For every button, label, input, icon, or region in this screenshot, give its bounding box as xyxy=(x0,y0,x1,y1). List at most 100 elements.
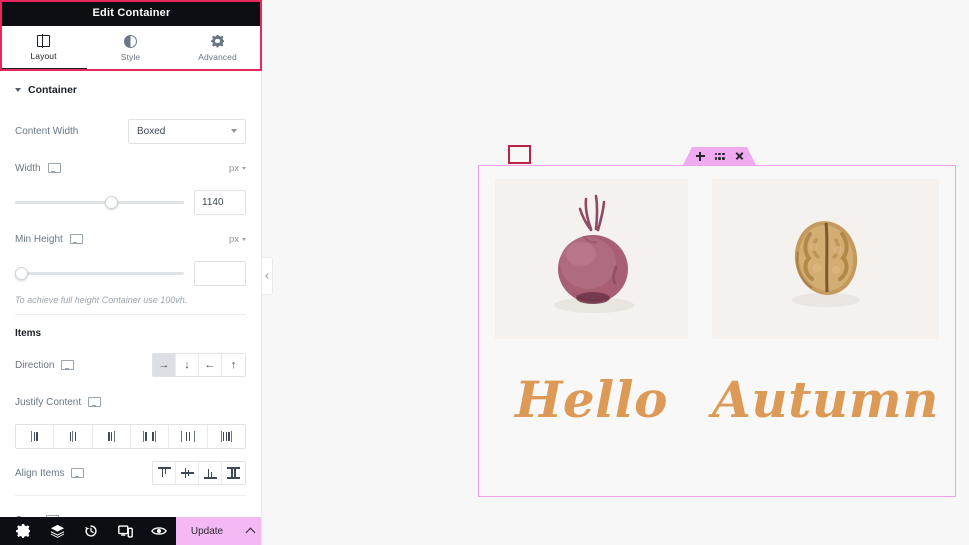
container-element[interactable]: Hello Autumn xyxy=(478,165,956,497)
justify-center-button[interactable] xyxy=(54,425,93,448)
panel-footer: Update xyxy=(0,517,261,545)
min-height-hint: To achieve full height Container use 100… xyxy=(15,295,188,305)
chevron-up-icon xyxy=(245,527,255,538)
direction-button-group: → ↓ ← ↑ xyxy=(152,353,246,377)
direction-label: Direction xyxy=(15,359,55,371)
panel-title: Edit Container xyxy=(92,7,171,19)
justify-space-around-button[interactable] xyxy=(169,425,208,448)
column-2[interactable]: Autumn xyxy=(712,179,939,496)
desktop-icon[interactable] xyxy=(61,360,75,370)
selected-container-wrap: Hello Autumn xyxy=(478,145,956,497)
direction-row-reverse-glyph: ← xyxy=(204,358,216,371)
min-height-input[interactable] xyxy=(194,261,246,286)
align-center-icon xyxy=(180,467,194,479)
min-height-slider-knob[interactable] xyxy=(15,267,28,280)
panel-tabs: Layout Style Advanced xyxy=(0,26,261,71)
update-options-chevron[interactable] xyxy=(238,526,261,538)
justify-space-between-button[interactable] xyxy=(130,425,170,448)
min-height-unit-selector[interactable]: px xyxy=(229,234,246,245)
width-unit-label: px xyxy=(228,162,239,174)
width-label: Width xyxy=(15,162,41,174)
drag-handle-dots-icon xyxy=(715,153,725,160)
walnut-photo[interactable] xyxy=(712,179,939,339)
editor-canvas: Hello Autumn xyxy=(262,0,969,545)
drag-handle-highlight xyxy=(508,145,531,164)
preview-eye-icon[interactable] xyxy=(142,517,176,545)
align-start-button[interactable] xyxy=(153,462,176,484)
section-container-header[interactable]: Container xyxy=(0,71,261,107)
content-width-label: Content Width xyxy=(15,125,79,137)
history-icon[interactable] xyxy=(74,517,108,545)
close-x-icon xyxy=(735,152,744,161)
align-end-button[interactable] xyxy=(199,462,222,484)
chevron-down-icon xyxy=(242,237,246,241)
align-center-button[interactable] xyxy=(176,462,199,484)
gear-icon xyxy=(211,35,224,48)
delete-element-button[interactable] xyxy=(735,152,744,161)
responsive-mode-icon[interactable] xyxy=(108,517,142,545)
justify-center-icon xyxy=(69,431,77,442)
column-1[interactable]: Hello xyxy=(495,179,689,496)
direction-column-button[interactable]: ↓ xyxy=(176,354,199,376)
tab-layout-label: Layout xyxy=(30,51,57,61)
width-slider-track xyxy=(15,201,184,204)
min-height-label: Min Height xyxy=(15,233,63,245)
width-unit-selector[interactable]: px xyxy=(229,163,246,174)
widgets-grid-icon[interactable] xyxy=(240,7,252,19)
justify-space-between-icon xyxy=(143,431,157,442)
tab-advanced[interactable]: Advanced xyxy=(174,26,261,70)
control-content-width: Content Width Boxed xyxy=(0,118,261,144)
tab-style[interactable]: Style xyxy=(87,26,174,70)
width-slider-knob[interactable] xyxy=(104,196,118,209)
desktop-icon[interactable] xyxy=(71,468,85,478)
update-button-label: Update xyxy=(190,525,224,537)
chevron-left-icon xyxy=(264,273,271,279)
tab-layout[interactable]: Layout xyxy=(0,26,87,71)
content-width-select[interactable]: Boxed xyxy=(128,118,246,144)
control-width: Width px xyxy=(0,155,261,181)
add-element-button[interactable] xyxy=(696,152,705,161)
beetroot-photo[interactable] xyxy=(495,179,689,339)
control-align-items: Align Items xyxy=(0,460,261,486)
width-slider[interactable] xyxy=(15,196,184,210)
justify-start-button[interactable] xyxy=(16,425,55,448)
update-button-group[interactable]: Update xyxy=(176,517,261,545)
direction-row-button[interactable]: → xyxy=(153,354,176,376)
justify-content-label: Justify Content xyxy=(15,396,82,408)
desktop-icon[interactable] xyxy=(47,163,61,173)
align-end-icon xyxy=(203,467,217,479)
footer-tools xyxy=(0,517,176,545)
justify-space-around-icon xyxy=(181,431,195,442)
plus-icon xyxy=(696,152,705,161)
justify-end-button[interactable] xyxy=(92,425,131,448)
section-container-label: Container xyxy=(28,84,78,96)
settings-icon[interactable] xyxy=(6,517,40,545)
layout-columns-icon xyxy=(37,34,50,48)
align-items-label: Align Items xyxy=(15,467,65,479)
align-start-icon xyxy=(157,467,171,479)
direction-column-glyph: ↓ xyxy=(184,358,190,371)
drag-handle-button[interactable] xyxy=(715,153,725,160)
width-input[interactable]: 1140 xyxy=(194,190,246,215)
direction-row-glyph: → xyxy=(158,358,170,371)
justify-start-icon xyxy=(31,431,38,442)
align-items-button-group xyxy=(152,461,246,485)
justify-content-button-group xyxy=(15,424,246,449)
min-height-unit-label: px xyxy=(228,233,239,245)
hamburger-menu-icon[interactable] xyxy=(9,8,23,19)
column-2-heading[interactable]: Autumn xyxy=(712,375,939,425)
divider xyxy=(15,495,246,496)
align-stretch-button[interactable] xyxy=(222,462,245,484)
direction-row-reverse-button[interactable]: ← xyxy=(199,354,222,376)
min-height-slider[interactable] xyxy=(15,267,184,281)
navigator-layers-icon[interactable] xyxy=(40,517,74,545)
justify-space-evenly-button[interactable] xyxy=(207,425,245,448)
container-inner: Hello Autumn xyxy=(495,179,939,496)
caret-down-icon xyxy=(15,88,21,92)
column-1-heading[interactable]: Hello xyxy=(495,375,688,425)
panel-collapse-toggle[interactable] xyxy=(262,257,273,295)
desktop-icon[interactable] xyxy=(88,397,102,407)
desktop-icon[interactable] xyxy=(69,234,83,244)
direction-column-reverse-button[interactable]: ↑ xyxy=(222,354,245,376)
tab-style-label: Style xyxy=(120,51,141,62)
